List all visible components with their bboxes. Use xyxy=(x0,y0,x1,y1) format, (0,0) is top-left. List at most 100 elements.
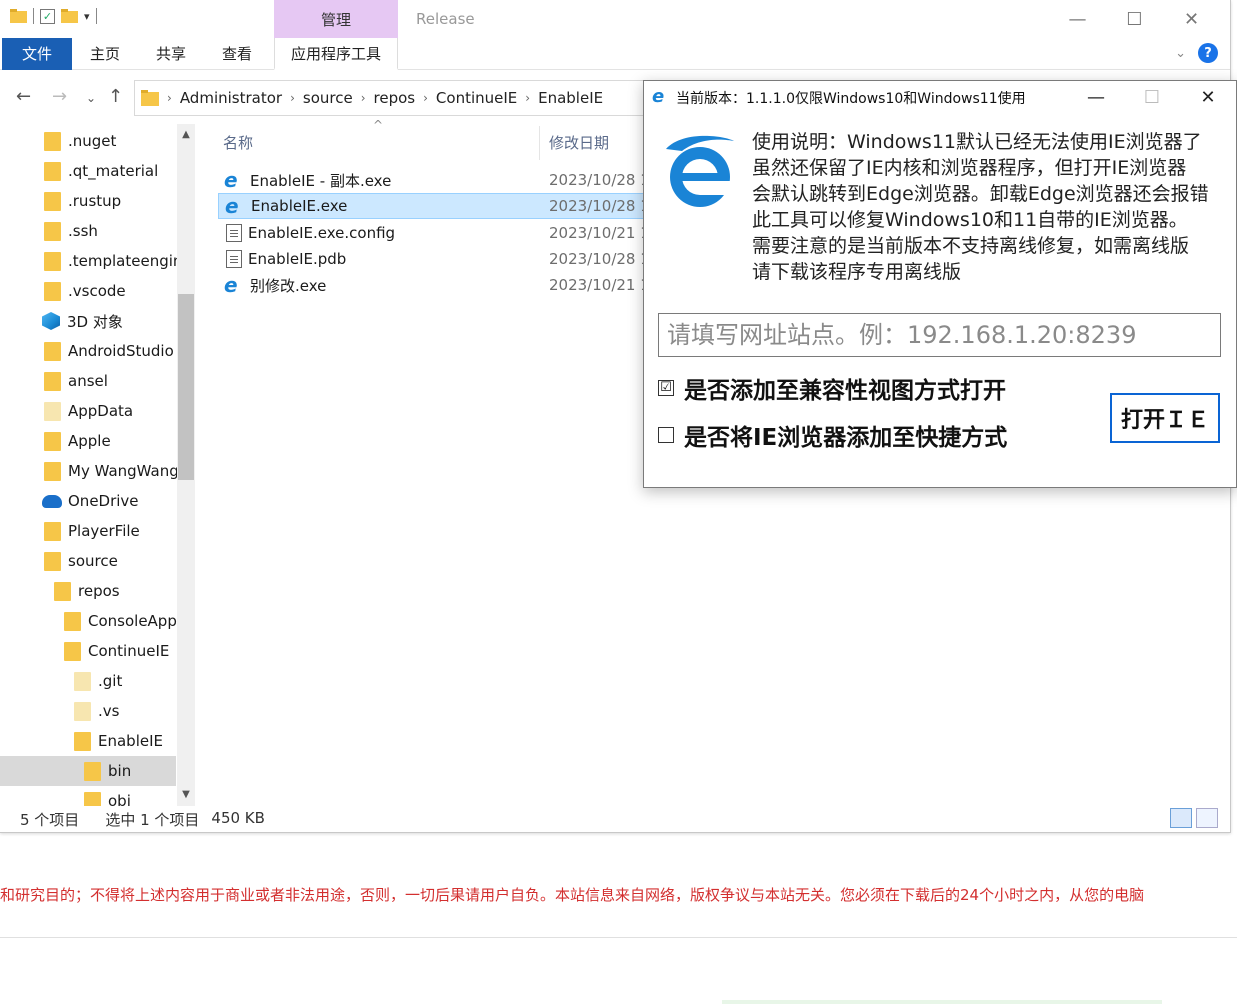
shortcut-label: 是否将IE浏览器添加至快捷方式 xyxy=(684,425,1008,451)
file-name: EnableIE - 副本.exe xyxy=(250,171,392,190)
properties-icon[interactable]: ✓ xyxy=(40,8,55,24)
large-icons-view-icon[interactable] xyxy=(1196,808,1218,828)
nav-scrollbar[interactable]: ▲ ▼ xyxy=(177,124,195,806)
nav-item[interactable]: .qt_material xyxy=(0,156,176,186)
context-tab-manage[interactable]: 管理 xyxy=(274,0,398,38)
folder-icon[interactable] xyxy=(10,9,27,23)
compat-view-option[interactable]: ☑ 是否添加至兼容性视图方式打开 xyxy=(658,371,1006,405)
ie-icon: e xyxy=(652,86,665,107)
nav-item-label: 3D 对象 xyxy=(67,312,123,331)
tab-share[interactable]: 共享 xyxy=(156,38,186,70)
maximize-icon[interactable]: ☐ xyxy=(1106,6,1163,32)
column-separator[interactable] xyxy=(539,126,540,160)
tab-app-tools[interactable]: 应用程序工具 xyxy=(274,38,398,70)
folder-icon xyxy=(44,191,61,211)
compat-view-checkbox[interactable]: ☑ xyxy=(658,380,674,396)
config-file-icon xyxy=(226,224,242,242)
up-icon[interactable]: ↑ xyxy=(108,86,123,107)
nav-item-label: OneDrive xyxy=(68,492,139,510)
breadcrumb-item[interactable]: EnableIE xyxy=(538,89,603,107)
recent-locations-icon[interactable]: ⌄ xyxy=(86,91,96,105)
nav-item-selected[interactable]: bin xyxy=(0,756,176,786)
shortcut-option[interactable]: 是否将IE浏览器添加至快捷方式 xyxy=(658,418,1007,452)
description-line: 此工具可以修复Windows10和11自带的IE浏览器。 xyxy=(752,209,1188,231)
nav-item[interactable]: .nuget xyxy=(0,126,176,156)
file-date: 2023/10/28 1 xyxy=(549,171,650,189)
tab-view[interactable]: 查看 xyxy=(222,38,252,70)
minimize-icon[interactable]: — xyxy=(1049,6,1106,32)
breadcrumb-item[interactable]: Administrator xyxy=(180,89,282,107)
scroll-down-icon[interactable]: ▼ xyxy=(177,786,195,804)
nav-item[interactable]: AndroidStudio xyxy=(0,336,176,366)
nav-item[interactable]: .ssh xyxy=(0,216,176,246)
nav-item[interactable]: PlayerFile xyxy=(0,516,176,546)
usage-description: 使用说明：Windows11默认已经无法使用IE浏览器了 虽然还保留了IE内核和… xyxy=(752,129,1232,285)
onedrive-icon xyxy=(42,494,62,508)
nav-item-label: My WangWang xyxy=(68,462,179,480)
expand-ribbon-icon[interactable]: ⌄ xyxy=(1175,46,1186,61)
nav-item[interactable]: .rustup xyxy=(0,186,176,216)
new-folder-icon[interactable] xyxy=(61,9,78,23)
nav-item[interactable]: repos xyxy=(0,576,176,606)
breadcrumb-item[interactable]: repos xyxy=(374,89,416,107)
folder-icon xyxy=(44,161,61,181)
column-header-name[interactable]: 名称 xyxy=(223,124,253,162)
nav-item[interactable]: OneDrive xyxy=(0,486,176,516)
breadcrumb-item[interactable]: ContinueIE xyxy=(436,89,517,107)
nav-item[interactable]: ConsoleApp xyxy=(0,606,177,636)
details-view-icon[interactable] xyxy=(1170,808,1192,828)
close-icon[interactable]: ✕ xyxy=(1180,81,1236,113)
3d-objects-icon xyxy=(42,312,60,330)
address-bar[interactable]: › Administrator › source › repos › Conti… xyxy=(134,80,654,116)
column-header-modified[interactable]: 修改日期 xyxy=(549,124,609,162)
nav-item[interactable]: AppData xyxy=(0,396,176,426)
disclaimer-text: 和研究目的；不得将上述内容用于商业或者非法用途，否则，一切后果请用户自负。本站信… xyxy=(0,886,1145,904)
breadcrumb-arrow-icon[interactable]: › xyxy=(525,91,530,105)
help-icon[interactable]: ? xyxy=(1198,43,1218,63)
breadcrumb-arrow-icon[interactable]: › xyxy=(361,91,366,105)
tab-file[interactable]: 文件 xyxy=(2,38,72,70)
nav-item[interactable]: .git xyxy=(0,666,176,696)
scroll-up-icon[interactable]: ▲ xyxy=(177,126,195,144)
nav-item[interactable]: .vscode xyxy=(0,276,176,306)
back-icon[interactable]: ← xyxy=(16,86,31,107)
nav-item[interactable]: 3D 对象 xyxy=(0,306,176,336)
folder-icon xyxy=(64,641,81,661)
folder-icon xyxy=(44,221,61,241)
nav-item[interactable]: ansel xyxy=(0,366,176,396)
scrollbar-thumb[interactable] xyxy=(178,294,194,480)
folder-icon xyxy=(141,90,159,106)
close-icon[interactable]: ✕ xyxy=(1163,6,1220,32)
nav-item[interactable]: source xyxy=(0,546,176,576)
breadcrumb-arrow-icon[interactable]: › xyxy=(290,91,295,105)
customize-toolbar-icon[interactable]: ▾ xyxy=(84,10,90,23)
nav-item[interactable]: Apple xyxy=(0,426,176,456)
forward-icon[interactable]: → xyxy=(52,86,67,107)
page-bottom-strip xyxy=(722,1000,1162,1004)
breadcrumb-item[interactable]: source xyxy=(303,89,353,107)
nav-item[interactable]: EnableIE xyxy=(0,726,176,756)
folder-icon xyxy=(44,431,61,451)
nav-item-label: .qt_material xyxy=(68,162,159,180)
nav-item[interactable]: .vs xyxy=(0,696,176,726)
minimize-icon[interactable]: — xyxy=(1068,81,1124,113)
nav-item[interactable]: obj xyxy=(0,786,176,806)
file-name: EnableIE.exe.config xyxy=(248,224,396,242)
folder-icon xyxy=(44,251,61,271)
open-ie-button[interactable]: 打开ＩＥ xyxy=(1110,393,1220,443)
toolbar-separator xyxy=(33,8,34,24)
shortcut-checkbox[interactable] xyxy=(658,427,674,443)
nav-item[interactable]: .templateengin xyxy=(0,246,182,276)
nav-item[interactable]: My WangWang xyxy=(0,456,179,486)
nav-item-label: .templateengin xyxy=(68,252,183,270)
site-url-input[interactable] xyxy=(658,313,1221,357)
view-switcher xyxy=(1170,808,1218,828)
nav-item-label: .git xyxy=(98,672,123,690)
nav-item-label: obj xyxy=(108,792,131,806)
description-line: 虽然还保留了IE内核和浏览器程序，但打开IE浏览器 xyxy=(752,157,1187,179)
tab-home[interactable]: 主页 xyxy=(90,38,120,70)
compat-view-label: 是否添加至兼容性视图方式打开 xyxy=(684,378,1006,404)
nav-item[interactable]: ContinueIE xyxy=(0,636,176,666)
nav-item-label: repos xyxy=(78,582,120,600)
breadcrumb-arrow-icon[interactable]: › xyxy=(423,91,428,105)
